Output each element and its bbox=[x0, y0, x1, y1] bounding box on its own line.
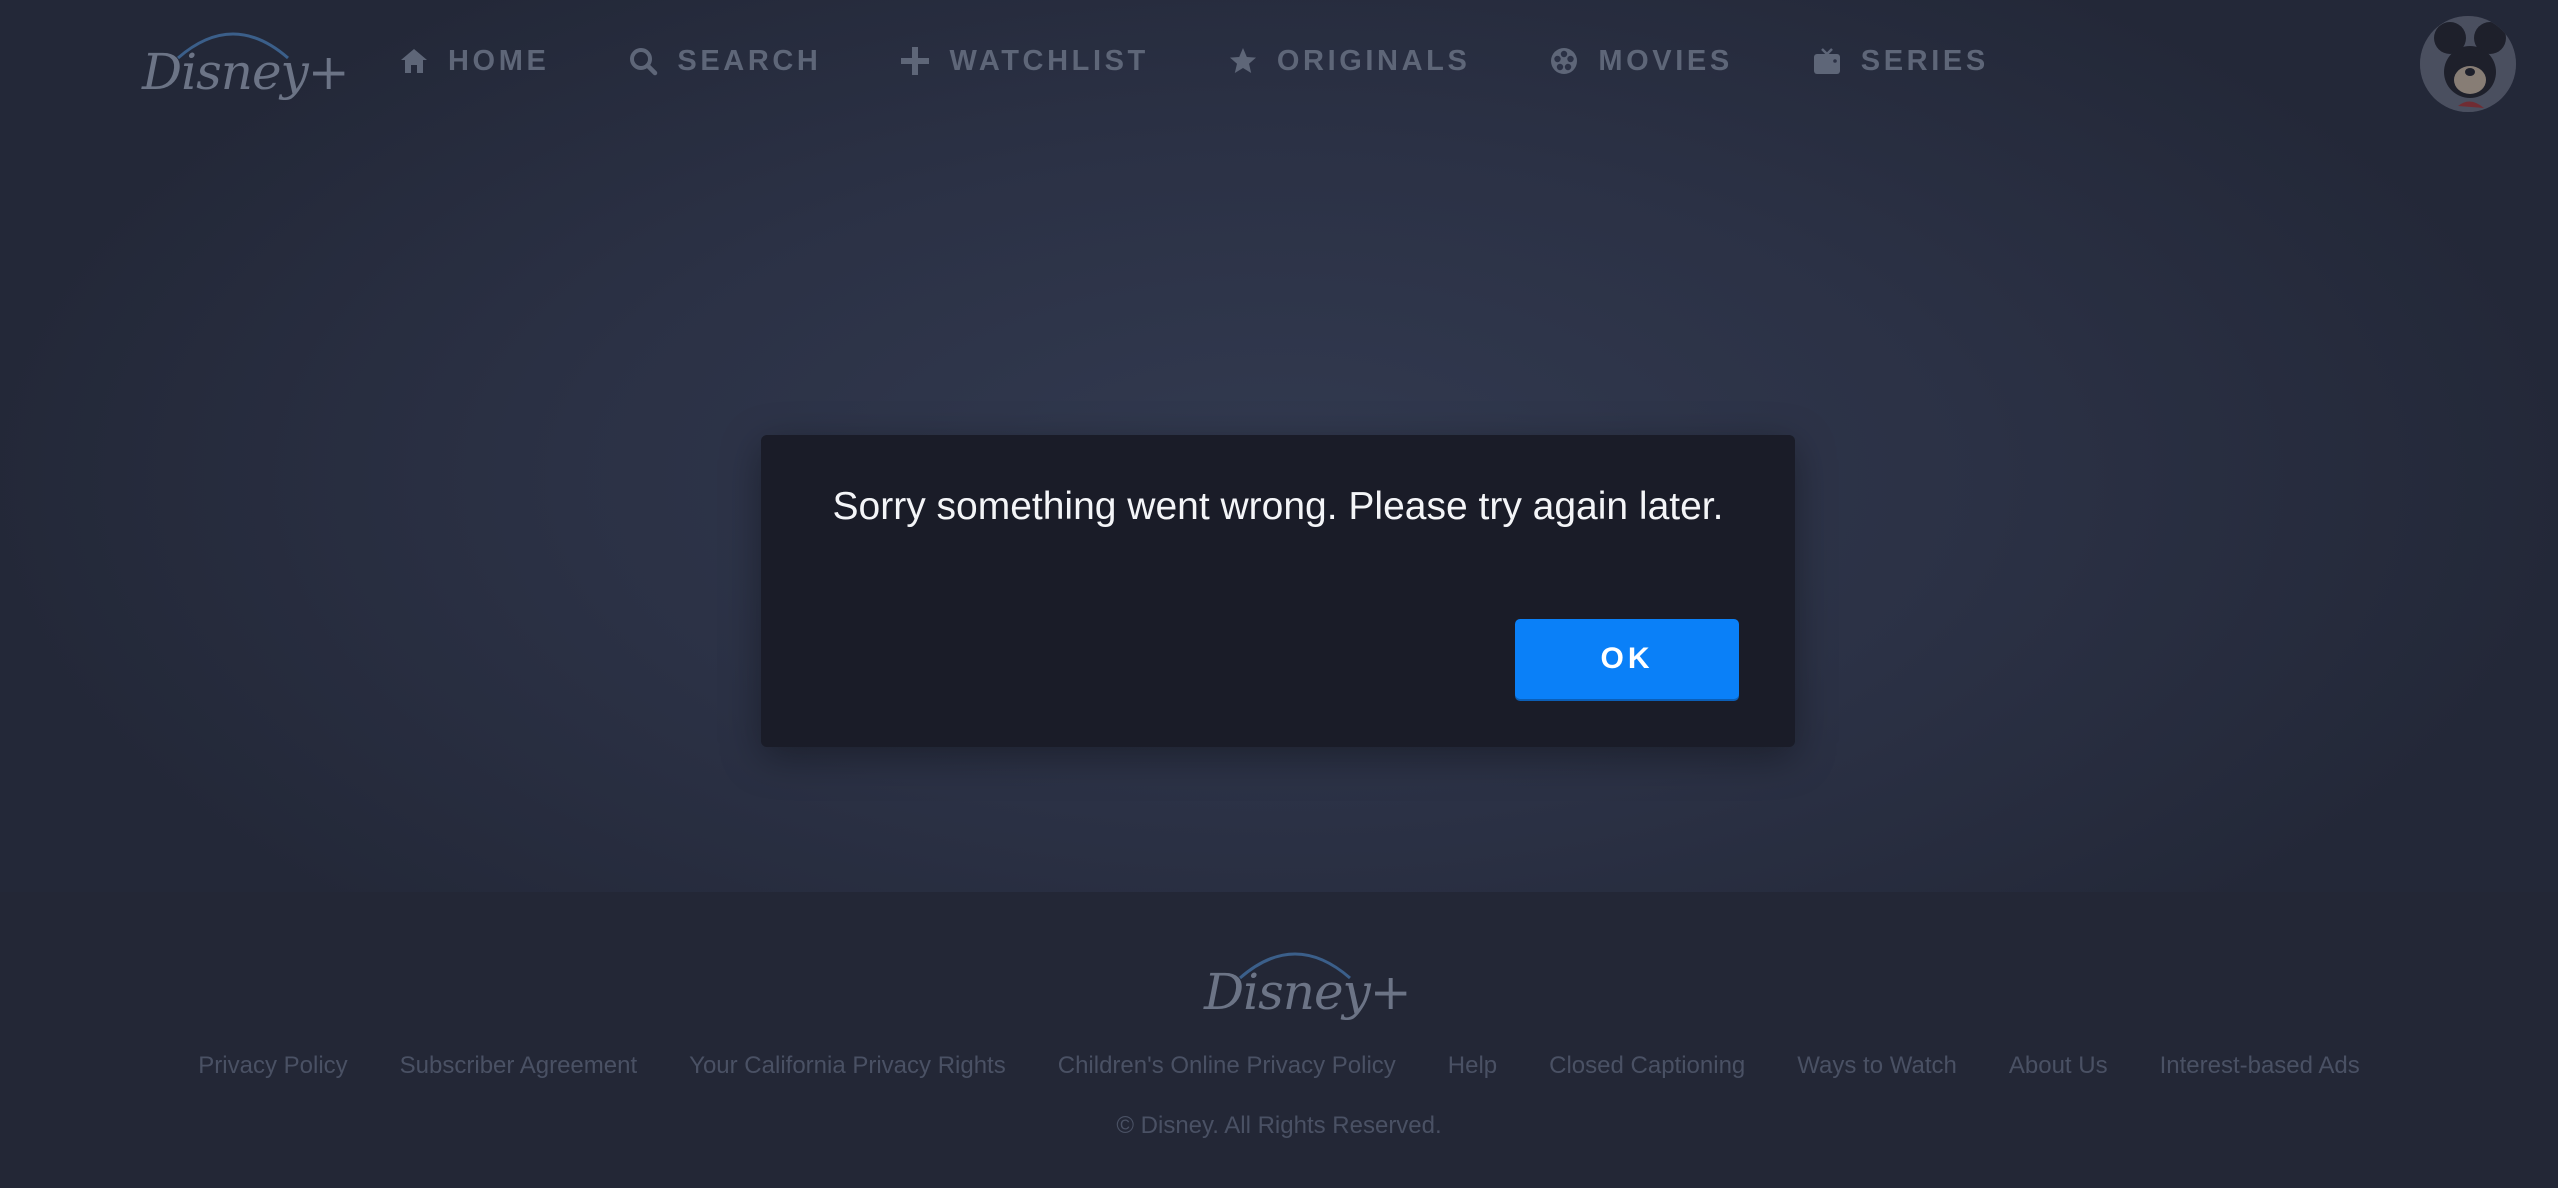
logo-text: Disney+ bbox=[142, 43, 350, 101]
nav-item-series[interactable]: SERIES bbox=[1811, 45, 1989, 78]
nav-label-home: HOME bbox=[448, 44, 550, 77]
profile-avatar[interactable] bbox=[2420, 16, 2516, 112]
error-message: Sorry something went wrong. Please try a… bbox=[832, 485, 1724, 528]
home-icon bbox=[401, 49, 427, 73]
film-reel-icon bbox=[1551, 48, 1578, 74]
nav-item-movies[interactable]: MOVIES bbox=[1548, 45, 1732, 78]
footer-link-childrens-privacy[interactable]: Children's Online Privacy Policy bbox=[1058, 1052, 1396, 1080]
top-header: Disney+ HOME SEARCH WATCHLIST ORIGINALS … bbox=[0, 0, 2558, 124]
error-dialog: Sorry something went wrong. Please try a… bbox=[761, 435, 1795, 747]
footer-link-about-us[interactable]: About Us bbox=[2009, 1052, 2108, 1080]
nav-label-series: SERIES bbox=[1860, 44, 1989, 77]
nav-item-watchlist[interactable]: WATCHLIST bbox=[899, 45, 1148, 78]
footer-logo-text: Disney+ bbox=[1204, 963, 1412, 1021]
footer-link-privacy-policy[interactable]: Privacy Policy bbox=[198, 1052, 347, 1080]
search-icon bbox=[630, 48, 658, 76]
footer-link-ways-to-watch[interactable]: Ways to Watch bbox=[1797, 1052, 1957, 1080]
footer-link-interest-based-ads[interactable]: Interest-based Ads bbox=[2160, 1052, 2360, 1080]
mickey-avatar-icon bbox=[2420, 16, 2516, 112]
nav-label-movies: MOVIES bbox=[1598, 44, 1733, 77]
footer-link-help[interactable]: Help bbox=[1448, 1052, 1497, 1080]
nav-item-originals[interactable]: ORIGINALS bbox=[1227, 45, 1471, 78]
copyright-text: © Disney. All Rights Reserved. bbox=[1116, 1112, 1442, 1139]
footer-link-subscriber-agreement[interactable]: Subscriber Agreement bbox=[400, 1052, 637, 1080]
footer-link-closed-captioning[interactable]: Closed Captioning bbox=[1549, 1052, 1745, 1080]
page-footer: Disney+ Privacy Policy Subscriber Agreem… bbox=[0, 892, 2558, 1188]
plus-icon bbox=[901, 47, 930, 75]
tv-icon bbox=[1813, 48, 1840, 74]
nav-item-home[interactable]: HOME bbox=[398, 45, 549, 78]
footer-disney-plus-logo[interactable]: Disney+ bbox=[1200, 936, 1412, 1026]
footer-links: Privacy Policy Subscriber Agreement Your… bbox=[0, 1052, 2558, 1080]
nav-label-watchlist: WATCHLIST bbox=[949, 44, 1149, 77]
footer-link-california-privacy[interactable]: Your California Privacy Rights bbox=[689, 1052, 1006, 1080]
nav-label-originals: ORIGINALS bbox=[1276, 44, 1471, 77]
nav-item-search[interactable]: SEARCH bbox=[627, 45, 821, 78]
main-nav: HOME SEARCH WATCHLIST ORIGINALS MOVIES S… bbox=[398, 36, 2067, 86]
star-icon bbox=[1229, 48, 1256, 73]
disney-plus-logo[interactable]: Disney+ bbox=[138, 16, 350, 106]
nav-label-search: SEARCH bbox=[677, 44, 822, 77]
ok-button[interactable]: OK bbox=[1515, 619, 1739, 699]
